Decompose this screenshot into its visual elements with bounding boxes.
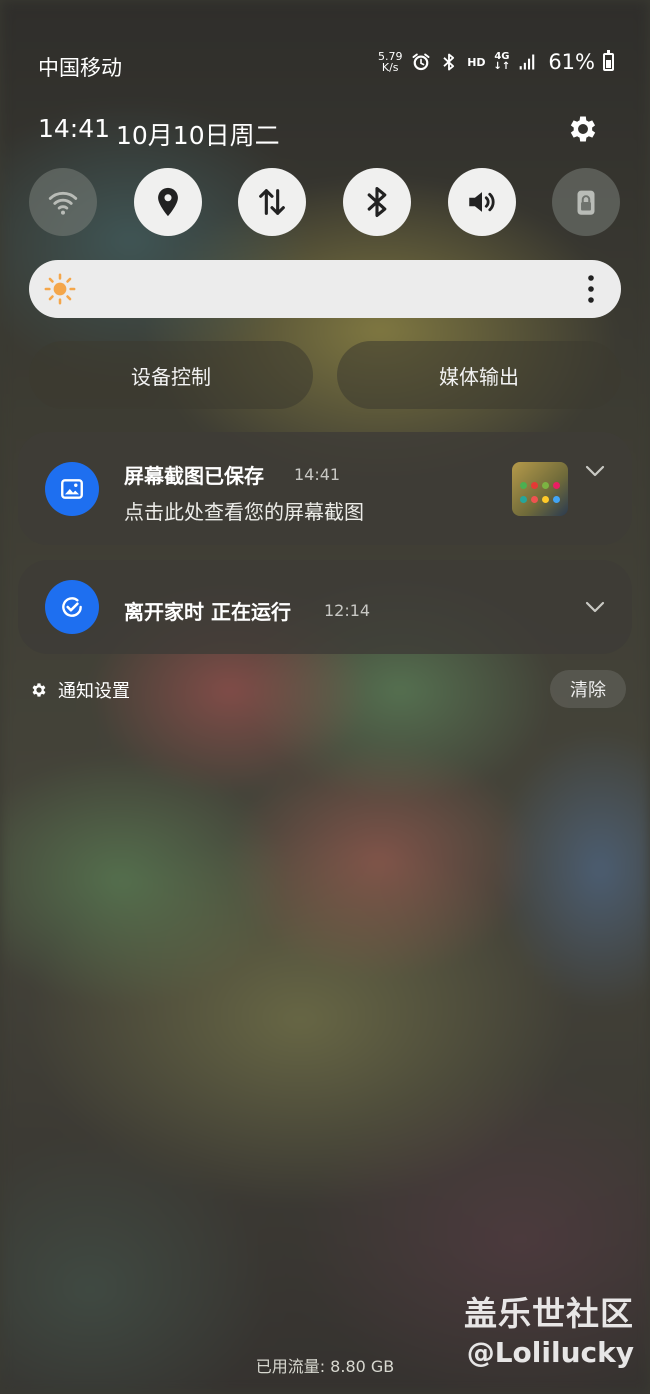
bluetooth-icon [367,186,387,218]
notification-settings-link[interactable]: 通知设置 [30,677,130,703]
rotation-lock-toggle[interactable] [552,168,620,236]
brightness-slider[interactable] [29,260,621,318]
hd-icon: HD [467,55,486,69]
alarm-icon [412,53,430,71]
notification-title: 离开家时 正在运行 [124,600,291,624]
network-speed: 5.79 K/s [377,50,403,74]
lock-icon [577,190,595,215]
chevron-down-icon[interactable] [584,600,606,614]
routine-check-icon [45,580,99,634]
notification-time: 14:41 [294,465,341,484]
watermark-title: 盖乐世社区 [464,1294,634,1333]
sound-toggle[interactable] [448,168,516,236]
battery-percent: 61% [548,50,595,74]
signal-icon [519,54,535,70]
notification-routine[interactable]: 离开家时 正在运行 12:14 [18,560,632,654]
notification-settings-label: 通知设置 [58,681,130,702]
clock-time[interactable]: 14:41 [38,114,110,143]
location-pin-icon [158,187,178,217]
battery-icon [603,50,614,71]
notification-panel: 中国移动 5.79 K/s HD 4G ↓↑ 61% 14:41 10月10日周… [0,0,650,1394]
4g-icon: 4G ↓↑ [493,51,511,72]
notification-screenshot[interactable]: 屏幕截图已保存 14:41 点击此处查看您的屏幕截图 [18,432,632,545]
chevron-down-icon[interactable] [584,464,606,478]
device-control-button[interactable]: 设备控制 [29,341,313,409]
wifi-toggle[interactable] [29,168,97,236]
media-output-button[interactable]: 媒体输出 [337,341,621,409]
clear-button[interactable]: 清除 [550,670,626,708]
quick-settings-toggles [0,168,650,236]
more-options-icon[interactable] [581,273,601,305]
notification-time: 12:14 [324,601,371,620]
status-icons: 5.79 K/s HD 4G ↓↑ 61% [377,50,614,74]
volume-icon [469,192,495,212]
bluetooth-icon [443,53,455,71]
data-usage-label: 已用流量: 8.80 GB [255,1357,395,1376]
carrier-name: 中国移动 [38,56,122,80]
gear-icon [32,683,46,697]
image-icon [45,462,99,516]
brightness-sun-icon [44,273,76,305]
notification-title: 屏幕截图已保存 [124,464,264,488]
notification-body: 点击此处查看您的屏幕截图 [124,500,364,524]
gear-icon[interactable] [566,112,600,146]
bluetooth-toggle[interactable] [343,168,411,236]
mobile-data-toggle[interactable] [238,168,306,236]
screenshot-thumbnail[interactable] [512,462,568,516]
location-toggle[interactable] [134,168,202,236]
data-arrows-icon [259,189,285,215]
wifi-icon [48,191,78,215]
date-label[interactable]: 10月10日周二 [116,116,280,152]
